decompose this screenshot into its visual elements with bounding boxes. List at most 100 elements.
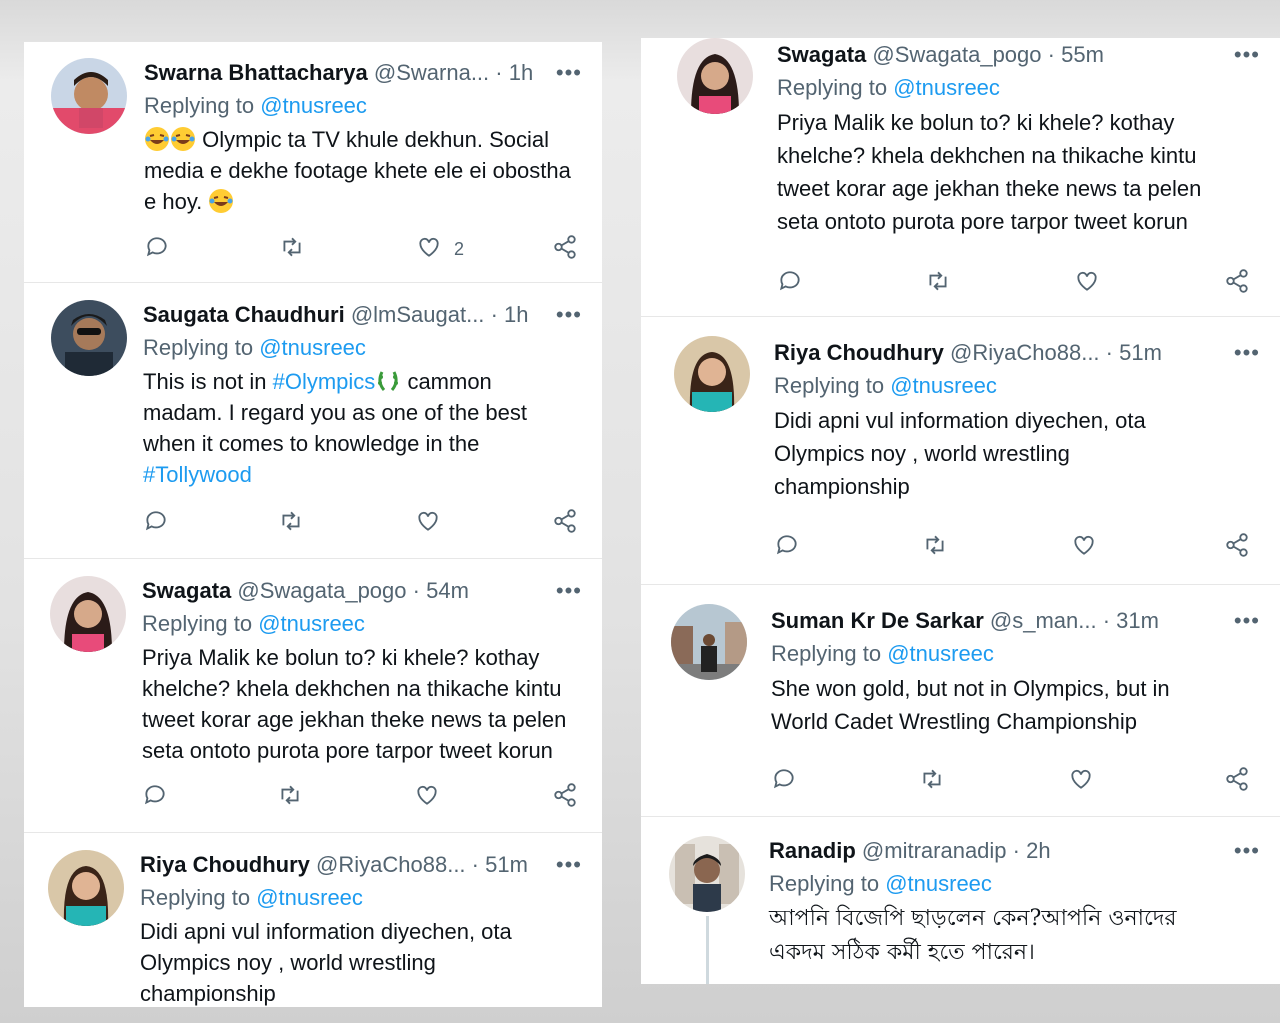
retweet-button[interactable]	[279, 232, 305, 266]
timestamp[interactable]: 51m	[485, 852, 528, 877]
timestamp[interactable]: 51m	[1119, 340, 1162, 365]
reply-tweet[interactable]: Swarna Bhattacharya @Swarna... · 1h ••• …	[24, 42, 602, 283]
author-handle[interactable]: @Swarna...	[374, 60, 489, 85]
author-name[interactable]: Saugata Chaudhuri	[143, 302, 345, 327]
author-name[interactable]: Riya Choudhury	[774, 340, 944, 365]
like-button[interactable]: 2	[416, 232, 464, 266]
avatar[interactable]	[674, 336, 750, 412]
author-handle[interactable]: @s_man...	[990, 608, 1097, 633]
like-button[interactable]	[415, 506, 441, 540]
mention-link[interactable]: @tnusreec	[256, 885, 363, 910]
share-button[interactable]	[552, 506, 578, 540]
mention-link[interactable]: @tnusreec	[890, 373, 997, 398]
author-name[interactable]: Swarna Bhattacharya	[144, 60, 368, 85]
tweet-text-line: when it comes to knowledge in the	[143, 431, 480, 456]
author-handle[interactable]: @mitraranadip	[862, 838, 1007, 863]
author-name[interactable]: Suman Kr De Sarkar	[771, 608, 984, 633]
mention-link[interactable]: @tnusreec	[260, 93, 367, 118]
tweet-text-line: championship	[140, 981, 276, 1006]
reply-tweet[interactable]: Riya Choudhury @RiyaCho88... · 51m ••• R…	[24, 836, 602, 1007]
tweet-header: Swarna Bhattacharya @Swarna... · 1h •••	[144, 58, 582, 88]
reply-button[interactable]	[774, 530, 800, 564]
more-icon[interactable]: •••	[556, 58, 582, 88]
avatar[interactable]	[50, 576, 126, 652]
reply-button[interactable]	[142, 780, 168, 814]
hashtag-link[interactable]: #Olympics	[273, 369, 376, 394]
reply-button[interactable]	[144, 232, 170, 266]
author-handle[interactable]: @RiyaCho88...	[316, 852, 466, 877]
reply-button[interactable]	[777, 266, 803, 300]
like-button[interactable]	[1071, 530, 1097, 564]
avatar[interactable]	[51, 58, 127, 134]
more-icon[interactable]: •••	[556, 850, 582, 880]
author-handle[interactable]: @lmSaugat...	[351, 302, 485, 327]
author-name[interactable]: Ranadip	[769, 838, 856, 863]
tweet-header: Swagata @Swagata_pogo · 54m •••	[142, 576, 582, 606]
reply-tweet[interactable]: Ranadip @mitraranadip · 2h ••• Replying …	[641, 820, 1280, 984]
mention-link[interactable]: @tnusreec	[258, 611, 365, 636]
reply-tweet[interactable]: Suman Kr De Sarkar @s_man... · 31m ••• R…	[641, 588, 1280, 817]
timestamp[interactable]: 31m	[1116, 608, 1159, 633]
share-button[interactable]	[1224, 266, 1250, 300]
tweet-body: Riya Choudhury @RiyaCho88... · 51m ••• R…	[774, 338, 1260, 503]
author-name[interactable]: Swagata	[777, 42, 866, 67]
retweet-button[interactable]	[919, 764, 945, 798]
share-button[interactable]	[552, 780, 578, 814]
laughing-emoji-icon	[144, 126, 170, 152]
share-button[interactable]	[1224, 530, 1250, 564]
avatar[interactable]	[51, 300, 127, 376]
retweet-button[interactable]	[278, 506, 304, 540]
reply-tweet[interactable]: Swagata @Swagata_pogo · 55m ••• Replying…	[641, 38, 1280, 317]
timestamp[interactable]: 54m	[426, 578, 469, 603]
author-name[interactable]: Riya Choudhury	[140, 852, 310, 877]
timestamp[interactable]: 2h	[1026, 838, 1050, 863]
tweet-header: Saugata Chaudhuri @lmSaugat... · 1h •••	[143, 300, 582, 330]
mention-link[interactable]: @tnusreec	[893, 75, 1000, 100]
share-button[interactable]	[552, 232, 578, 266]
share-button[interactable]	[1224, 764, 1250, 798]
retweet-button[interactable]	[925, 266, 951, 300]
like-button[interactable]	[1074, 266, 1100, 300]
more-icon[interactable]: •••	[1234, 40, 1260, 70]
more-icon[interactable]: •••	[556, 576, 582, 606]
more-icon[interactable]: •••	[1234, 338, 1260, 368]
author-handle[interactable]: @Swagata_pogo	[872, 42, 1041, 67]
hashtag-link[interactable]: #Tollywood	[143, 459, 582, 490]
reply-tweet[interactable]: Swagata @Swagata_pogo · 54m ••• Replying…	[24, 562, 602, 833]
reply-button[interactable]	[771, 764, 797, 798]
separator-dot: ·	[1047, 42, 1055, 67]
mention-link[interactable]: @tnusreec	[885, 871, 992, 896]
retweet-button[interactable]	[277, 780, 303, 814]
avatar[interactable]	[671, 604, 747, 680]
like-button[interactable]	[414, 780, 440, 814]
reply-button[interactable]	[143, 506, 169, 540]
avatar[interactable]	[677, 38, 753, 114]
replying-to: Replying to @tnusreec	[143, 332, 582, 364]
tweet-text-line: e hoy.	[144, 189, 203, 214]
more-icon[interactable]: •••	[1234, 606, 1260, 636]
timestamp[interactable]: 1h	[509, 60, 533, 85]
retweet-button[interactable]	[922, 530, 948, 564]
tweet-text-line: Didi apni vul information diyechen, ota	[140, 919, 512, 944]
replying-to: Replying to @tnusreec	[777, 72, 1260, 104]
avatar[interactable]	[669, 836, 745, 912]
mention-link[interactable]: @tnusreec	[887, 641, 994, 666]
tweet-text-line: tweet korar age jekhan theke news ta pel…	[777, 176, 1202, 201]
like-button[interactable]	[1068, 764, 1094, 798]
tweet-text-line: madam. I regard you as one of the best	[143, 400, 528, 425]
more-icon[interactable]: •••	[556, 300, 582, 330]
reply-icon	[777, 268, 803, 299]
author-name[interactable]: Swagata	[142, 578, 231, 603]
mention-link[interactable]: @tnusreec	[259, 335, 366, 360]
more-icon[interactable]: •••	[1234, 836, 1260, 866]
reply-tweet[interactable]: Riya Choudhury @RiyaCho88... · 51m ••• R…	[641, 320, 1280, 585]
share-icon	[552, 782, 578, 813]
timestamp[interactable]: 1h	[504, 302, 528, 327]
tweet-text: Didi apni vul information diyechen, ota …	[774, 404, 1260, 503]
author-handle[interactable]: @RiyaCho88...	[950, 340, 1100, 365]
timestamp[interactable]: 55m	[1061, 42, 1104, 67]
avatar[interactable]	[48, 850, 124, 926]
author-handle[interactable]: @Swagata_pogo	[237, 578, 406, 603]
replying-to: Replying to @tnusreec	[769, 868, 1260, 900]
reply-tweet[interactable]: Saugata Chaudhuri @lmSaugat... · 1h ••• …	[24, 286, 602, 559]
